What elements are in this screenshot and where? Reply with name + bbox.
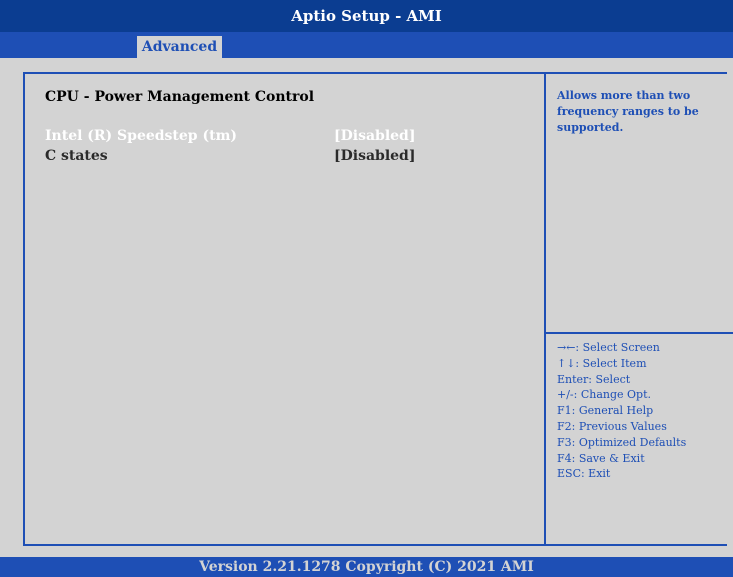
setting-cstates-value[interactable]: [Disabled] <box>334 148 415 164</box>
key-legend-item: F2: Previous Values <box>557 419 667 433</box>
help-panel-divider <box>544 72 546 546</box>
key-legend-item: F3: Optimized Defaults <box>557 435 687 449</box>
help-text: Allows more than two frequency ranges to… <box>557 89 699 134</box>
section-title: CPU - Power Management Control <box>45 89 315 105</box>
key-legend-item: ESC: Exit <box>557 467 611 481</box>
help-keys-divider <box>546 332 733 334</box>
key-legend-item: +/-: Change Opt. <box>557 388 652 402</box>
setting-speedstep-value[interactable]: [Disabled] <box>334 128 415 144</box>
footer-version: Version 2.21.1278 Copyright (C) 2021 AMI <box>0 557 733 577</box>
key-legend-item: Enter: Select <box>557 372 631 386</box>
app-title-bar: Aptio Setup - AMI <box>0 0 733 32</box>
key-legend-item: F1: General Help <box>557 404 654 418</box>
key-legend-item: ↑↓: Select Item <box>557 356 647 370</box>
tab-advanced[interactable]: Advanced <box>137 36 222 58</box>
setting-cstates-label[interactable]: C states <box>45 148 108 164</box>
tab-bar <box>0 32 733 58</box>
key-legend-item: →←: Select Screen <box>557 341 660 354</box>
key-legend: →←: Select Screen ↑↓: Select Item Enter:… <box>557 340 727 482</box>
key-legend-item: F4: Save & Exit <box>557 451 645 465</box>
setting-speedstep-label[interactable]: Intel (R) Speedstep (tm) <box>45 128 237 144</box>
